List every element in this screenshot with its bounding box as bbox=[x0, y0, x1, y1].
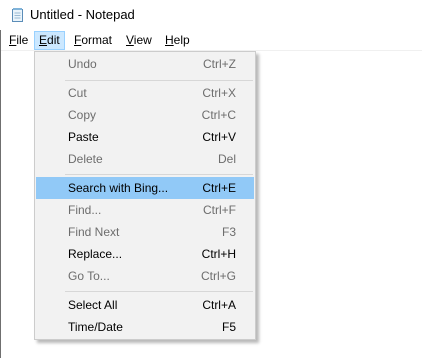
notepad-icon bbox=[10, 7, 26, 23]
menu-item-paste[interactable]: Paste Ctrl+V bbox=[36, 126, 254, 148]
menu-help[interactable]: Help bbox=[161, 31, 194, 50]
menu-separator bbox=[65, 174, 253, 175]
edit-menu-dropdown: Undo Ctrl+Z Cut Ctrl+X Copy Ctrl+C Paste… bbox=[34, 51, 256, 340]
window-title: Untitled - Notepad bbox=[30, 7, 135, 22]
menu-separator bbox=[65, 291, 253, 292]
menu-item-cut[interactable]: Cut Ctrl+X bbox=[36, 82, 254, 104]
menu-bar: File Edit Format View Help bbox=[1, 31, 422, 50]
menu-view[interactable]: View bbox=[122, 31, 156, 50]
menu-item-undo[interactable]: Undo Ctrl+Z bbox=[36, 53, 254, 75]
menu-file[interactable]: File bbox=[5, 31, 32, 50]
menu-item-find[interactable]: Find... Ctrl+F bbox=[36, 199, 254, 221]
menu-item-go-to[interactable]: Go To... Ctrl+G bbox=[36, 265, 254, 287]
notepad-window: Untitled - Notepad File Edit Format View… bbox=[0, 0, 422, 359]
menu-item-copy[interactable]: Copy Ctrl+C bbox=[36, 104, 254, 126]
menu-item-time-date[interactable]: Time/Date F5 bbox=[36, 316, 254, 338]
menu-item-delete[interactable]: Delete Del bbox=[36, 148, 254, 170]
menu-edit[interactable]: Edit bbox=[34, 31, 65, 50]
title-bar[interactable]: Untitled - Notepad bbox=[0, 0, 422, 30]
menu-item-select-all[interactable]: Select All Ctrl+A bbox=[36, 294, 254, 316]
menu-item-search-with-bing[interactable]: Search with Bing... Ctrl+E bbox=[36, 177, 254, 199]
menu-format[interactable]: Format bbox=[70, 31, 116, 50]
menu-separator bbox=[65, 80, 253, 81]
menu-item-find-next[interactable]: Find Next F3 bbox=[36, 221, 254, 243]
menu-item-replace[interactable]: Replace... Ctrl+H bbox=[36, 243, 254, 265]
